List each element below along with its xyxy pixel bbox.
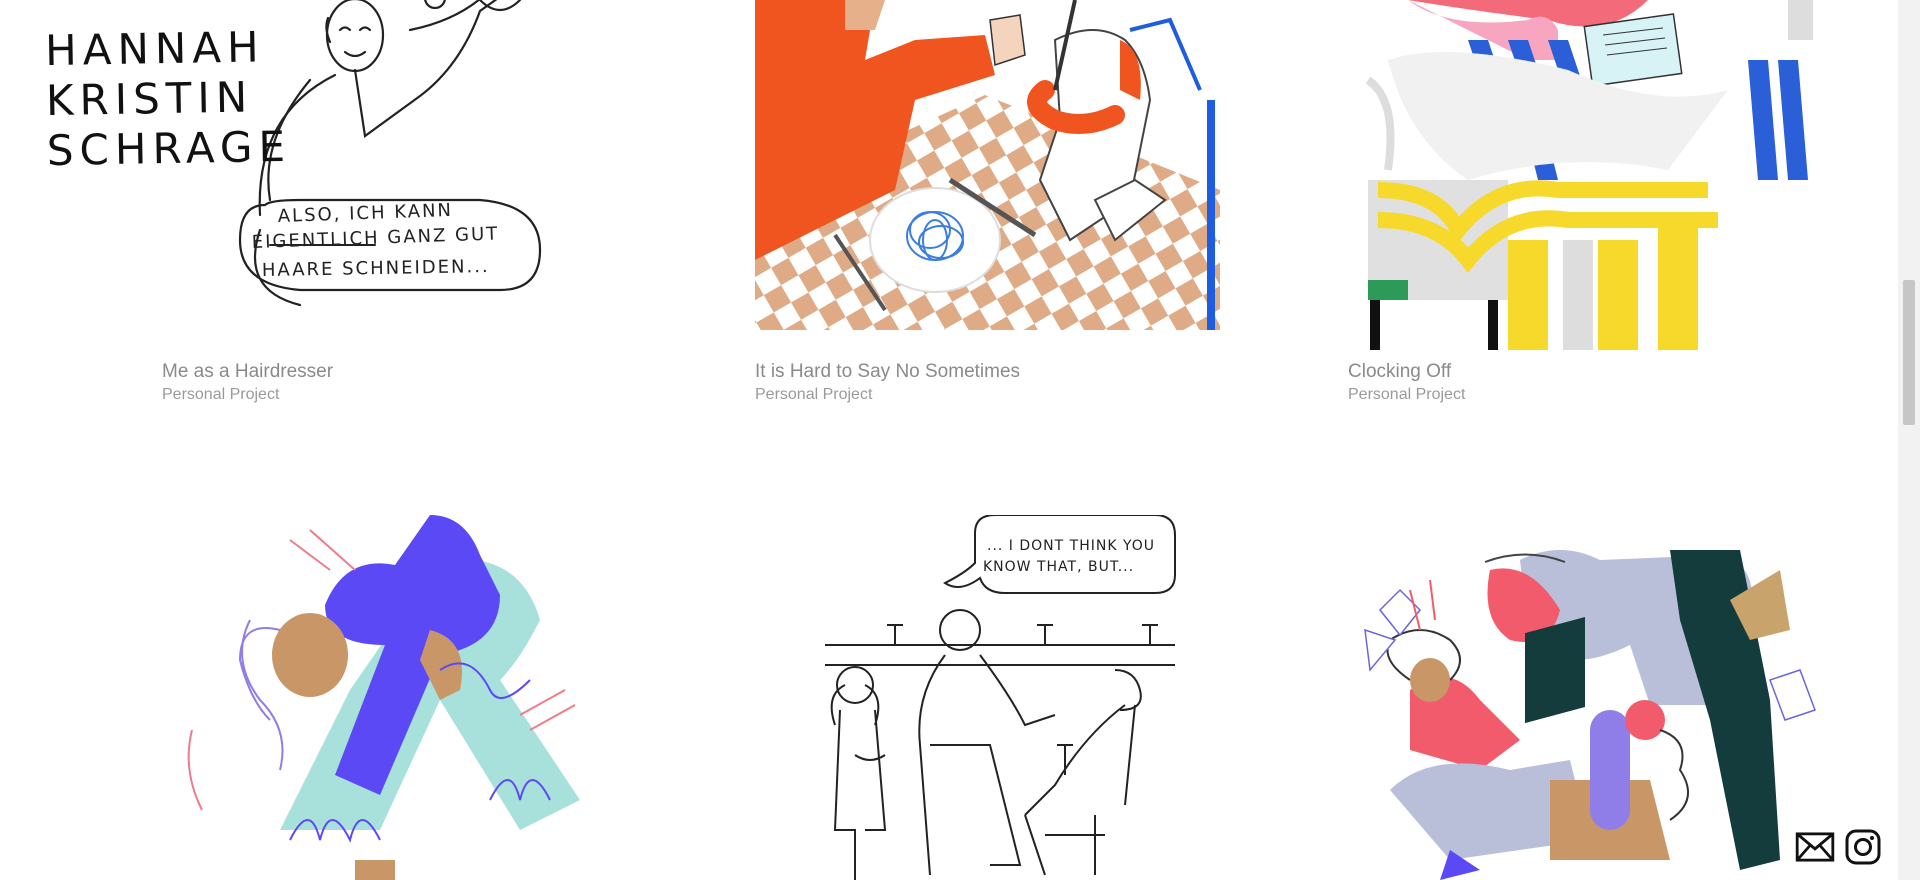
bar-scene-illustration: ... I DONT THINK YOU KNOW THAT, BUT... (795, 515, 1220, 880)
page-scrollbar[interactable] (1898, 0, 1920, 880)
site-logo[interactable]: HANNAH KRISTIN SCHRAGE (45, 22, 292, 176)
project-tile-office-scene[interactable] (1350, 550, 1820, 880)
project-tile-bar-scene[interactable]: ... I DONT THINK YOU KNOW THAT, BUT... (795, 515, 1220, 880)
scrollbar-thumb[interactable] (1903, 280, 1915, 425)
dinner-illustration (755, 0, 1220, 330)
instagram-icon (1845, 829, 1881, 865)
mail-icon (1795, 832, 1835, 862)
instagram-link[interactable] (1842, 826, 1884, 868)
project-tile-clocking-off[interactable] (1348, 0, 1813, 350)
clocking-off-illustration (1348, 0, 1813, 350)
project-tile-blue-figure[interactable] (180, 500, 620, 880)
caption-hard-to-say-no[interactable]: It is Hard to Say No Sometimes Personal … (755, 360, 1020, 406)
project-title[interactable]: Me as a Hairdresser (162, 360, 333, 384)
office-illustration (1350, 550, 1820, 880)
project-tile-hard-to-say-no[interactable] (755, 0, 1220, 330)
blue-figure-illustration (180, 500, 620, 880)
speech-line-3: HAARE SCHNEIDEN... (262, 256, 490, 281)
mail-link[interactable] (1794, 826, 1836, 868)
bar-speech-line-1: ... I DONT THINK YOU (987, 538, 1155, 554)
project-subtitle: Personal Project (1348, 386, 1466, 403)
logo-line-1: HANNAH (44, 22, 266, 76)
bar-speech-line-2: KNOW THAT, BUT... (983, 559, 1134, 575)
caption-clocking-off[interactable]: Clocking Off Personal Project (1348, 360, 1465, 406)
project-subtitle: Personal Project (162, 386, 280, 403)
caption-hairdresser[interactable]: Me as a Hairdresser Personal Project (162, 360, 333, 406)
logo-line-3: SCHRAGE (46, 121, 292, 176)
project-subtitle: Personal Project (755, 386, 873, 403)
project-title[interactable]: It is Hard to Say No Sometimes (755, 360, 1020, 384)
project-title[interactable]: Clocking Off (1348, 360, 1465, 384)
logo-line-2: KRISTIN (45, 72, 254, 126)
